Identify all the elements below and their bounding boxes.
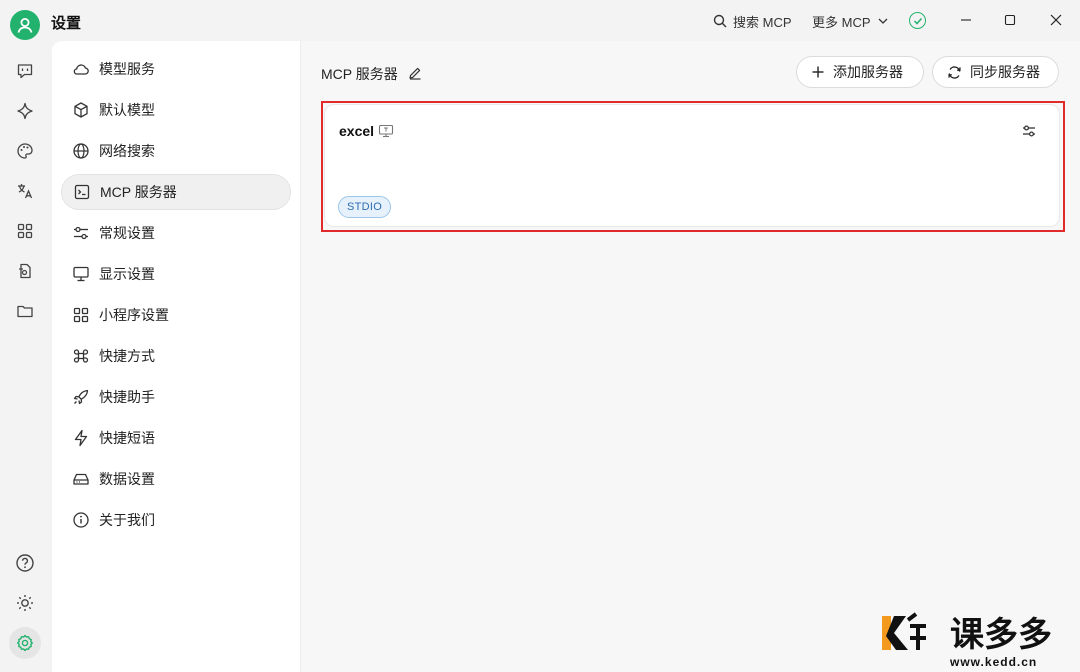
file-doc-icon [19,263,31,279]
page-title: MCP 服务器 [321,64,422,84]
cube-icon [72,101,90,119]
plus-icon [812,66,824,78]
close-icon [1050,14,1062,26]
nav-item-label: 默认模型 [99,102,155,118]
apps-icon [17,223,33,239]
nav-item-label: 显示设置 [99,266,155,282]
maximize-icon [1004,14,1016,26]
watermark-url: www.kedd.cn [950,655,1038,669]
nav-item-label: 快捷方式 [99,348,155,364]
rail-agents-button[interactable] [14,100,36,122]
status-check-icon[interactable] [909,12,926,29]
nav-item-default-model[interactable]: 默认模型 [61,92,291,128]
sync-servers-label: 同步服务器 [970,64,1040,80]
user-icon [17,18,33,33]
search-mcp-label: 搜索 MCP [733,14,792,30]
server-settings-button[interactable] [1020,122,1038,140]
add-server-button[interactable]: 添加服务器 [796,56,924,88]
nav-item-label: 小程序设置 [99,307,169,323]
more-mcp-dropdown[interactable]: 更多 MCP [812,11,889,31]
rail-chat-button[interactable] [14,60,36,82]
bolt-icon [72,429,90,447]
folder-icon [17,305,33,318]
main-content: MCP 服务器 添加服务器 同步服务器 excel STDIO [301,41,1080,672]
chat-icon [17,64,33,79]
cloud-icon [72,60,90,78]
palette-icon [17,143,33,159]
nav-item-shortcuts[interactable]: 快捷方式 [61,338,291,374]
rocket-icon [72,388,90,406]
rail-help-button[interactable] [14,552,36,574]
drive-icon [72,470,90,488]
more-mcp-label: 更多 MCP [812,14,871,30]
grid-icon [72,306,90,324]
nav-item-web-search[interactable]: 网络搜索 [61,133,291,169]
edit-title-button[interactable] [408,66,422,83]
nav-item-quick-phrases[interactable]: 快捷短语 [61,420,291,456]
sliders-icon [1023,125,1035,137]
desktop-icon [378,124,394,138]
settings-nav: 模型服务 默认模型 网络搜索 MCP 服务器 常规设置 显示设置 小程序设置 快… [52,41,301,672]
rail-translate-button[interactable] [14,180,36,202]
add-server-label: 添加服务器 [833,64,903,80]
rail-files-button[interactable] [14,260,36,282]
nav-item-model-service[interactable]: 模型服务 [61,51,291,87]
nav-item-label: 模型服务 [99,61,155,77]
app-window: 设置 搜索 MCP 更多 MCP 模型服务 默认模型 网络搜索 MCP 服务器 … [0,0,1080,672]
search-icon [713,14,727,28]
rail-apps-button[interactable] [14,220,36,242]
nav-item-label: 关于我们 [99,512,155,528]
monitor-icon [72,265,90,283]
command-icon [72,347,90,365]
page-title-text: MCP 服务器 [321,66,398,82]
server-name-text: excel [339,123,375,139]
close-button[interactable] [1042,8,1070,32]
server-name: excel [339,123,394,139]
rail-theme-button[interactable] [14,592,36,614]
nav-item-miniapp-settings[interactable]: 小程序设置 [61,297,291,333]
sliders-icon [72,224,90,242]
minimize-icon [961,19,971,21]
nav-item-label: 常规设置 [99,225,155,241]
help-icon [16,554,34,572]
rail-settings-button[interactable] [9,627,41,659]
sync-servers-button[interactable]: 同步服务器 [932,56,1059,88]
sparkle-icon [17,102,33,120]
user-avatar[interactable] [10,10,40,40]
server-type-badge: STDIO [338,196,392,218]
icon-rail [0,41,52,672]
nav-item-general-settings[interactable]: 常规设置 [61,215,291,251]
nav-item-label: 网络搜索 [99,143,155,159]
globe-icon [72,142,90,160]
nav-item-data-settings[interactable]: 数据设置 [61,461,291,497]
brand-text: 课多多 [950,615,1052,655]
window-title: 设置 [51,15,82,32]
pencil-icon [409,67,421,80]
chevron-down-icon [878,18,887,24]
terminal-icon [73,183,91,201]
nav-item-quick-assistant[interactable]: 快捷助手 [61,379,291,415]
nav-item-about-us[interactable]: 关于我们 [61,502,291,538]
brand-logo-icon: 课多多 [882,612,1052,655]
rail-folder-button[interactable] [14,300,36,322]
search-mcp-button[interactable]: 搜索 MCP [713,11,792,31]
nav-item-label: 数据设置 [99,471,155,487]
nav-item-label: MCP 服务器 [100,184,177,200]
info-icon [72,511,90,529]
nav-item-label: 快捷短语 [99,430,155,446]
watermark-logo: 课多多 www.kedd.cn [880,608,1075,669]
title-bar: 设置 搜索 MCP 更多 MCP [0,0,1080,41]
maximize-button[interactable] [996,8,1024,32]
nav-item-label: 快捷助手 [99,389,155,405]
minimize-button[interactable] [952,8,980,32]
settings-icon [17,634,33,652]
translate-icon [18,184,33,199]
rail-paint-button[interactable] [14,140,36,162]
refresh-icon [948,65,961,79]
nav-item-mcp-server[interactable]: MCP 服务器 [61,174,291,210]
server-card[interactable]: excel STDIO [324,104,1060,227]
nav-item-display-settings[interactable]: 显示设置 [61,256,291,292]
theme-icon [17,595,33,611]
